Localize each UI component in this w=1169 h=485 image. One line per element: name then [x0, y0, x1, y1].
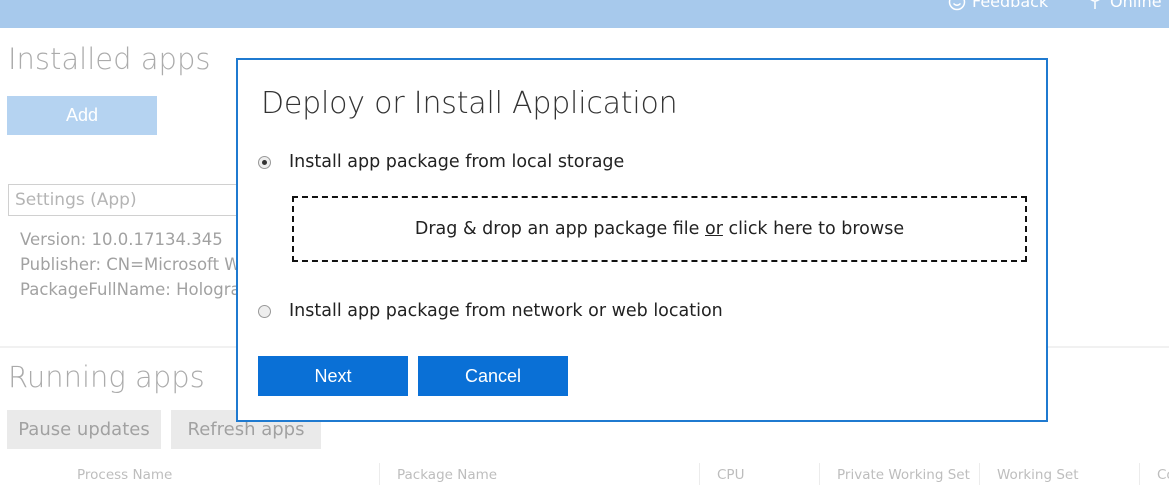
option-network-location[interactable]: Install app package from network or web …: [258, 301, 723, 321]
feedback-label: Feedback: [972, 0, 1049, 11]
option-local-label: Install app package from local storage: [289, 152, 625, 172]
column-separator: [379, 463, 380, 485]
feedback-link[interactable]: Feedback: [948, 0, 1048, 11]
online-label: Online: [1110, 0, 1162, 11]
option-network-label: Install app package from network or web …: [289, 301, 723, 321]
installed-apps-title: Installed apps: [8, 42, 211, 76]
column-header[interactable]: Co: [1157, 467, 1169, 483]
column-header[interactable]: Working Set: [997, 467, 1079, 483]
dropzone-text-prefix: Drag & drop an app package file: [414, 219, 705, 239]
deploy-install-dialog: Deploy or Install Application Install ap…: [236, 58, 1048, 422]
radio-button-selected[interactable]: [258, 155, 271, 169]
top-bar: Feedback Online: [0, 0, 1169, 28]
column-header[interactable]: Process Name: [77, 467, 172, 483]
dropzone-or-text: or: [705, 219, 723, 239]
column-separator: [819, 463, 820, 485]
online-status[interactable]: Online: [1086, 0, 1162, 11]
column-header[interactable]: Package Name: [397, 467, 497, 483]
option-local-storage[interactable]: Install app package from local storage: [258, 152, 624, 172]
installed-app-select[interactable]: Settings (App): [8, 184, 248, 216]
cancel-button[interactable]: Cancel: [418, 356, 568, 396]
column-header[interactable]: CPU: [717, 467, 744, 483]
add-app-button[interactable]: Add: [7, 96, 157, 135]
app-version: Version: 10.0.17134.345: [20, 230, 223, 249]
package-dropzone[interactable]: Drag & drop an app package file or click…: [292, 196, 1027, 262]
pause-updates-button[interactable]: Pause updates: [7, 410, 161, 449]
column-separator: [699, 463, 700, 485]
column-separator: [1139, 463, 1140, 485]
column-header[interactable]: Private Working Set: [837, 467, 970, 483]
column-separator: [979, 463, 980, 485]
smiley-icon: [948, 0, 966, 10]
dropzone-browse-text[interactable]: click here to browse: [723, 219, 904, 239]
dialog-title: Deploy or Install Application: [261, 86, 678, 121]
running-apps-title: Running apps: [8, 360, 205, 394]
signal-icon: [1090, 0, 1100, 9]
next-button[interactable]: Next: [258, 356, 408, 396]
radio-button[interactable]: [258, 304, 271, 318]
